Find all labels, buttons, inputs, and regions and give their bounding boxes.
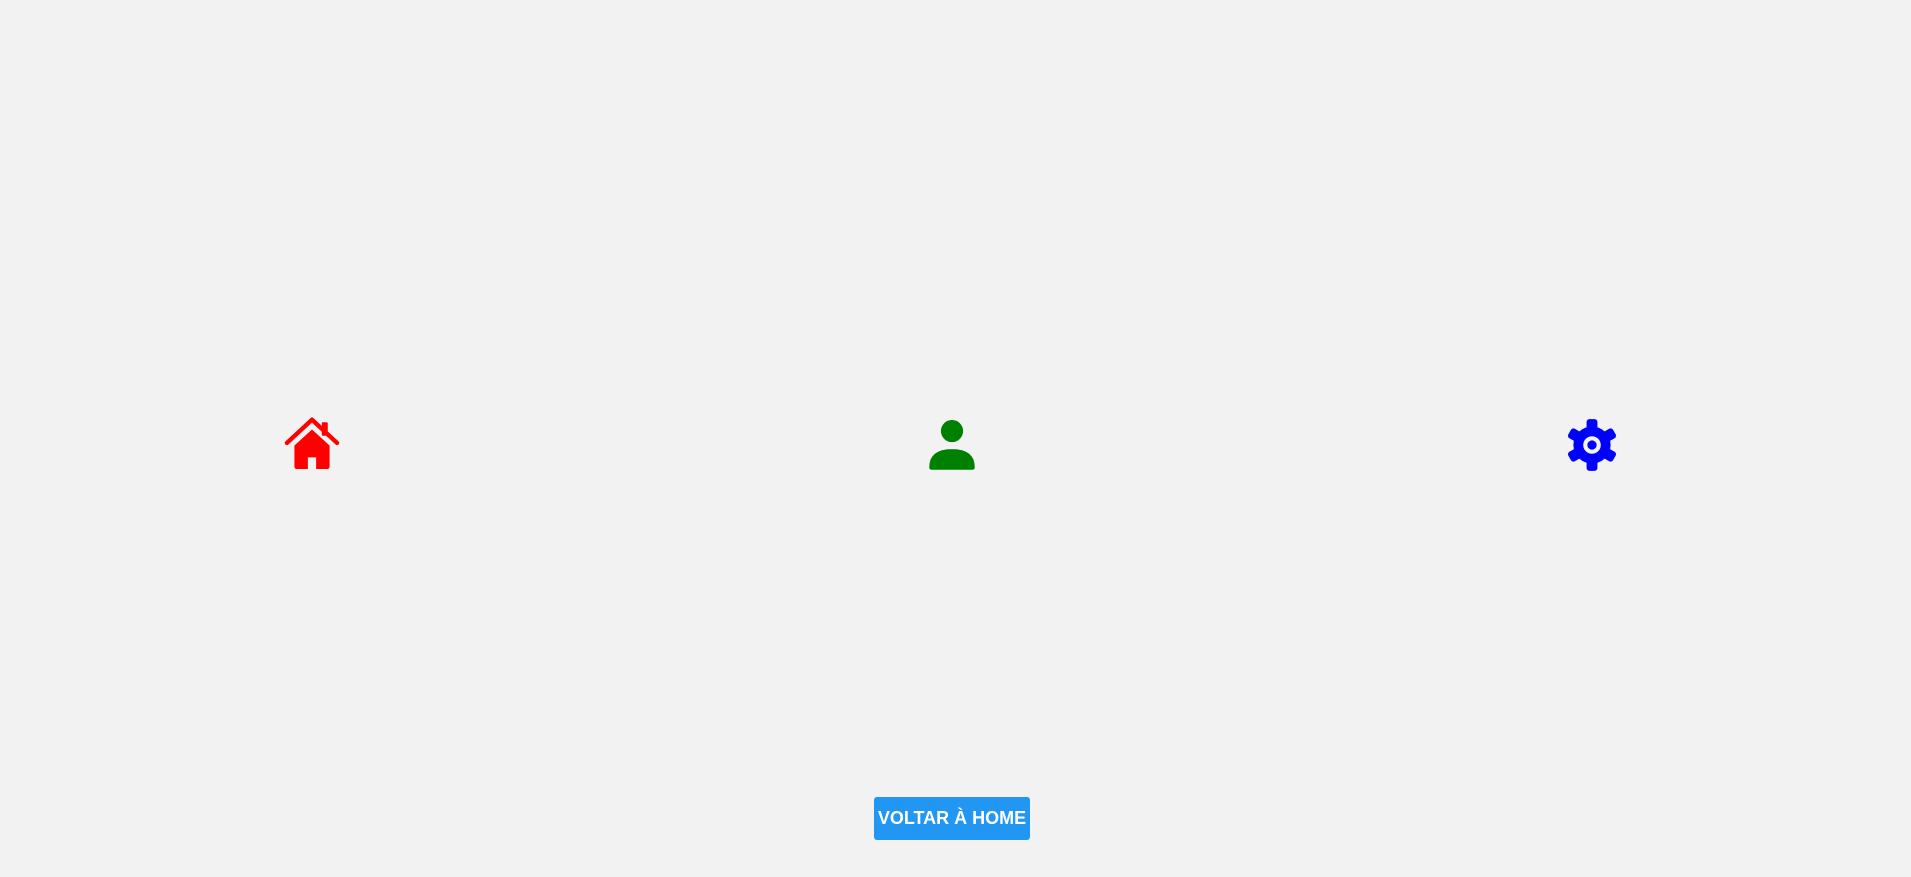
home-icon[interactable]: [281, 414, 343, 476]
page: VOLTAR À HOME: [0, 0, 1911, 877]
gear-icon[interactable]: [1561, 414, 1623, 476]
back-home-button[interactable]: VOLTAR À HOME: [874, 797, 1030, 840]
person-icon[interactable]: [921, 414, 983, 476]
icon-row: [0, 414, 1911, 476]
